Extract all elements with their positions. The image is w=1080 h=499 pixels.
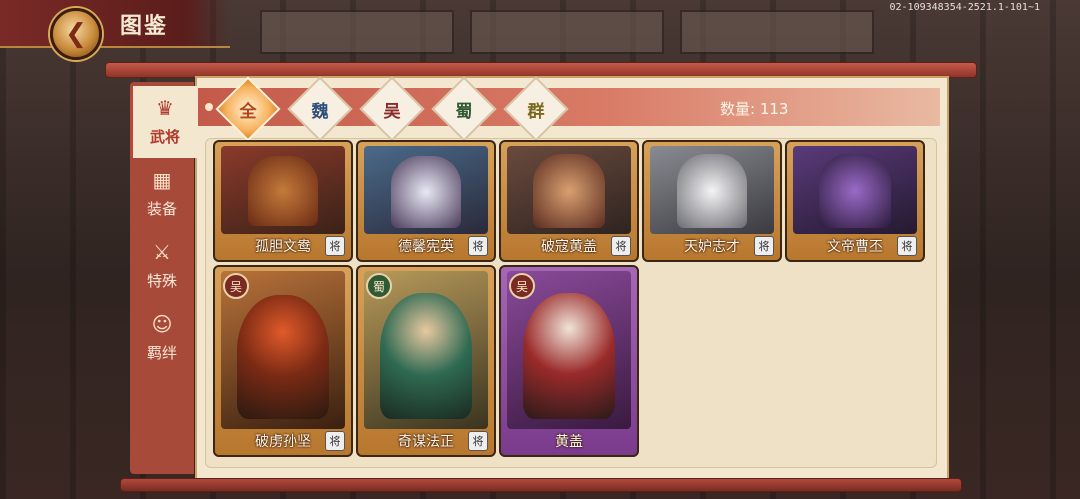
general-seal-icon: 将 xyxy=(325,236,345,256)
general-seal-icon: 将 xyxy=(468,236,488,256)
scroll-rod-bottom xyxy=(120,478,962,492)
hero-card[interactable]: 文帝曹丕 将 xyxy=(785,140,925,262)
hero-portrait xyxy=(507,146,631,234)
faction-badge: 蜀 xyxy=(366,273,392,299)
hero-count: 数量: 113 xyxy=(720,100,789,118)
general-seal-icon: 将 xyxy=(611,236,631,256)
background-window xyxy=(470,10,664,54)
tab-special[interactable]: ⚔ 特殊 xyxy=(130,230,194,302)
hero-card[interactable]: 天妒志才 将 xyxy=(642,140,782,262)
faction-label: 全 xyxy=(239,101,257,122)
general-seal-icon: 将 xyxy=(754,236,774,256)
tab-label: 装备 xyxy=(146,200,177,218)
tab-label: 特殊 xyxy=(146,272,177,290)
hero-card[interactable]: 吴 破虏孙坚 将 xyxy=(213,265,353,457)
title-bar xyxy=(0,0,230,48)
category-tabs: ♛ 武将 ▦ 装备 ⚔ 特殊 ☺ 羁绊 xyxy=(130,82,197,474)
tab-label: 羁绊 xyxy=(146,344,177,362)
faction-label: 群 xyxy=(527,101,545,122)
hero-card[interactable]: 德馨宪英 将 xyxy=(356,140,496,262)
back-button[interactable]: ❮ xyxy=(50,8,102,60)
tab-label: 武将 xyxy=(149,128,180,146)
faction-badge: 吴 xyxy=(509,273,535,299)
hero-card[interactable]: 吴 黄盖 xyxy=(499,265,639,457)
build-id: 02-109348354-2521.1-101~1 xyxy=(889,2,1040,13)
general-seal-icon: 将 xyxy=(897,236,917,256)
tab-equipment[interactable]: ▦ 装备 xyxy=(130,158,194,230)
hero-portrait xyxy=(793,146,917,234)
faction-label: 蜀 xyxy=(455,101,473,122)
hero-portrait xyxy=(650,146,774,234)
tab-generals[interactable]: ♛ 武将 xyxy=(130,86,197,158)
general-seal-icon: 将 xyxy=(468,431,488,451)
back-arrow-icon: ❮ xyxy=(65,19,87,49)
faction-badge: 吴 xyxy=(223,273,249,299)
faction-label: 魏 xyxy=(311,101,329,122)
general-seal-icon: 将 xyxy=(325,431,345,451)
filter-dot-icon xyxy=(205,103,213,111)
hero-card[interactable]: 蜀 奇谋法正 将 xyxy=(356,265,496,457)
hero-portrait xyxy=(364,146,488,234)
page-title: 图鉴 xyxy=(120,14,169,39)
people-icon: ☺ xyxy=(151,312,173,336)
background-window xyxy=(680,10,874,54)
faction-label: 吴 xyxy=(383,101,401,122)
armor-icon: ▦ xyxy=(152,168,172,192)
hero-card[interactable]: 孤胆文鸯 将 xyxy=(213,140,353,262)
background-window xyxy=(260,10,454,54)
hero-portrait xyxy=(221,146,345,234)
hero-card[interactable]: 破寇黄盖 将 xyxy=(499,140,639,262)
helmet-icon: ♛ xyxy=(156,96,174,120)
tab-bonds[interactable]: ☺ 羁绊 xyxy=(130,302,194,374)
sword-icon: ⚔ xyxy=(153,240,171,264)
hero-name: 黄盖 xyxy=(555,434,583,450)
